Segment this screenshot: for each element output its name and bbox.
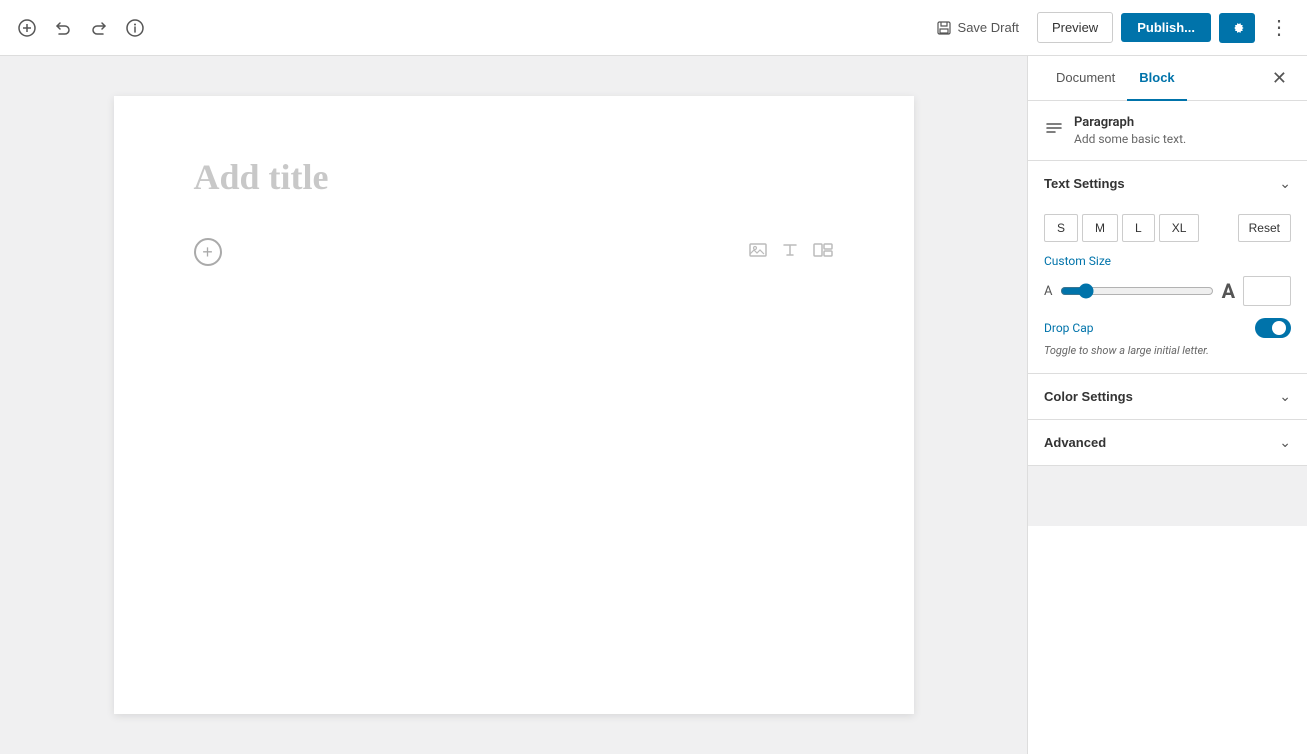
block-info-description: Add some basic text. (1074, 132, 1186, 146)
sidebar-gray-area (1028, 466, 1307, 526)
preview-button[interactable]: Preview (1037, 12, 1113, 43)
save-draft-button[interactable]: Save Draft (926, 14, 1029, 42)
slider-min-label: A (1044, 284, 1052, 299)
reset-size-button[interactable]: Reset (1238, 214, 1291, 242)
color-settings-section: Color Settings ⌄ (1028, 374, 1307, 420)
size-large-button[interactable]: L (1122, 214, 1155, 242)
size-small-button[interactable]: S (1044, 214, 1078, 242)
drop-cap-label: Drop Cap (1044, 321, 1093, 335)
block-row: + (194, 238, 834, 266)
block-info-title: Paragraph (1074, 115, 1186, 130)
image-icon[interactable] (748, 240, 768, 265)
size-xlarge-button[interactable]: XL (1159, 214, 1200, 242)
sidebar-tabs: Document Block ✕ (1028, 56, 1307, 101)
drop-cap-toggle[interactable] (1255, 318, 1291, 338)
text-settings-body: S M L XL Reset Custom Size A (1028, 206, 1307, 373)
settings-button[interactable] (1219, 13, 1255, 43)
editor-canvas[interactable]: Add title + (0, 56, 1027, 754)
color-settings-header[interactable]: Color Settings ⌄ (1028, 374, 1307, 419)
save-draft-label: Save Draft (958, 20, 1019, 35)
paragraph-icon (1044, 118, 1064, 143)
tab-document[interactable]: Document (1044, 56, 1127, 101)
inline-add-block-button[interactable]: + (194, 238, 222, 266)
more-options-button[interactable]: ⋮ (1263, 9, 1295, 46)
toolbar-left (12, 13, 150, 43)
size-medium-button[interactable]: M (1082, 214, 1118, 242)
block-toolbar (748, 240, 834, 265)
text-settings-section: Text Settings ⌄ S M L XL Reset (1028, 161, 1307, 374)
advanced-chevron-icon: ⌄ (1279, 434, 1291, 451)
drop-cap-row: Drop Cap (1044, 318, 1291, 338)
tab-block[interactable]: Block (1127, 56, 1186, 101)
main-area: Add title + (0, 56, 1307, 754)
text-settings-chevron-icon: ⌄ (1279, 175, 1291, 192)
drop-cap-description: Toggle to show a large initial letter. (1044, 344, 1291, 357)
custom-size-label: Custom Size (1044, 254, 1291, 268)
sidebar-content: Paragraph Add some basic text. Text Sett… (1028, 101, 1307, 754)
font-size-slider-row: A A (1044, 276, 1291, 306)
color-settings-chevron-icon: ⌄ (1279, 388, 1291, 405)
typography-icon[interactable] (780, 240, 800, 265)
size-buttons-group: S M L XL (1044, 214, 1230, 242)
editor-document: Add title + (114, 96, 914, 714)
toolbar-right: Save Draft Preview Publish... ⋮ (926, 9, 1295, 46)
toolbar: Save Draft Preview Publish... ⋮ (0, 0, 1307, 56)
info-button[interactable] (120, 13, 150, 43)
block-info: Paragraph Add some basic text. (1028, 101, 1307, 161)
sidebar-close-button[interactable]: ✕ (1268, 64, 1291, 93)
add-title-placeholder[interactable]: Add title (194, 156, 834, 198)
gallery-icon[interactable] (812, 240, 834, 265)
publish-button[interactable]: Publish... (1121, 13, 1211, 42)
size-buttons-row: S M L XL Reset (1044, 214, 1291, 242)
undo-button[interactable] (48, 13, 78, 43)
advanced-section: Advanced ⌄ (1028, 420, 1307, 466)
sidebar: Document Block ✕ Par (1027, 56, 1307, 754)
advanced-header[interactable]: Advanced ⌄ (1028, 420, 1307, 465)
slider-max-label: A (1222, 279, 1235, 303)
add-block-button[interactable] (12, 13, 42, 43)
font-size-slider[interactable] (1060, 283, 1213, 299)
font-size-input[interactable] (1243, 276, 1291, 306)
redo-button[interactable] (84, 13, 114, 43)
text-settings-header[interactable]: Text Settings ⌄ (1028, 161, 1307, 206)
